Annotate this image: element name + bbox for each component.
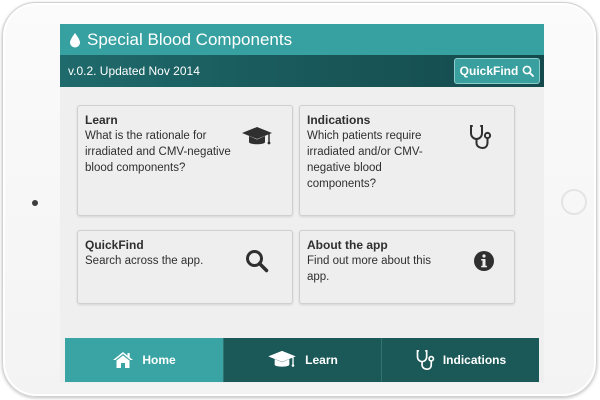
version-bar: v.0.2. Updated Nov 2014 QuickFind <box>60 55 544 87</box>
mortarboard-icon <box>267 349 297 371</box>
tab-learn[interactable]: Learn <box>223 338 381 382</box>
app-screen: Special Blood Components v.0.2. Updated … <box>60 24 544 383</box>
info-icon <box>473 250 495 272</box>
card-description: Search across the app. <box>85 255 204 267</box>
tab-home[interactable]: Home <box>65 338 223 382</box>
card-title: QuickFind <box>85 238 144 252</box>
stethoscope-icon <box>468 124 492 150</box>
blood-drop-icon <box>68 32 82 48</box>
app-title: Special Blood Components <box>87 29 293 49</box>
home-icon <box>112 351 134 369</box>
tab-indications[interactable]: Indications <box>381 338 539 382</box>
camera-dot <box>32 200 38 206</box>
title-bar: Special Blood Components <box>60 24 544 55</box>
mortarboard-icon <box>241 125 273 149</box>
card-description: What is the rationale for irradiated and… <box>85 130 231 174</box>
card-indications[interactable]: Indications Which patients require irrad… <box>299 105 515 216</box>
card-title: About the app <box>307 238 388 252</box>
search-icon <box>522 65 535 77</box>
card-title: Learn <box>85 113 118 127</box>
tab-label: Indications <box>442 353 507 367</box>
card-description: Find out more about this app. <box>307 255 432 283</box>
tablet-frame: Special Blood Components v.0.2. Updated … <box>2 2 597 397</box>
quickfind-button[interactable]: QuickFind <box>454 58 540 84</box>
card-description: Which patients require irradiated and/or… <box>307 130 423 190</box>
card-learn[interactable]: Learn What is the rationale for irradiat… <box>77 105 293 216</box>
card-about[interactable]: About the app Find out more about this a… <box>299 230 515 304</box>
tab-label: Learn <box>305 353 338 367</box>
stethoscope-icon <box>415 349 435 371</box>
quickfind-button-label: QuickFind <box>459 64 519 78</box>
bottom-tab-bar: Home Learn Indications <box>65 338 539 382</box>
hardware-home-button[interactable] <box>561 189 587 215</box>
card-title: Indications <box>307 113 371 127</box>
tab-label: Home <box>142 353 176 367</box>
search-icon <box>244 248 270 274</box>
card-quickfind[interactable]: QuickFind Search across the app. <box>77 230 293 304</box>
version-label: v.0.2. Updated Nov 2014 <box>68 64 200 78</box>
